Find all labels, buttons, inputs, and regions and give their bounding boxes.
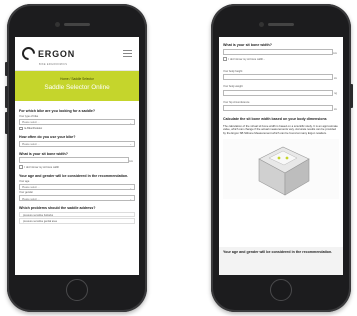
- unknown-sit-bone-label: I don't know my sit bone width...: [228, 57, 266, 61]
- chevron-down-icon: ⌄: [129, 142, 132, 147]
- sit-bone-section: What is your sit bone width? mm I don't …: [219, 37, 343, 199]
- home-button: [66, 279, 88, 301]
- screen-right: What is your sit bone width? mm I don't …: [219, 37, 343, 275]
- calculate-title: Calculate the sit bone width based on yo…: [223, 117, 327, 122]
- question-sit-bone: What is your sit bone width?: [223, 43, 272, 47]
- age-select[interactable]: Please select ... ⌄: [19, 183, 135, 190]
- measurement-box-icon: [258, 146, 310, 196]
- usage-select-value: Please select ...: [22, 143, 40, 147]
- bike-type-label: Your type of bike: [19, 114, 39, 118]
- page-title: Saddle Selector Online: [44, 84, 110, 91]
- screen-left: ERGON BIKE ERGONOMICS Home / Saddle Sele…: [15, 37, 139, 275]
- sitbone-measurement-illustration: [223, 138, 339, 199]
- question-usage: How often do you use your bike?: [19, 135, 76, 140]
- body-weight-label: Your body weight: [223, 85, 243, 89]
- problem-option-genital[interactable]: pressure sensitive genital area: [19, 218, 135, 224]
- gender-select-value: Please select ...: [22, 197, 40, 201]
- home-button: [270, 279, 292, 301]
- brand-logo-text[interactable]: ERGON: [38, 49, 75, 59]
- unknown-sit-bone-checkbox[interactable]: [19, 165, 23, 169]
- hip-input[interactable]: cm: [223, 105, 337, 112]
- hip-unit: cm: [333, 107, 337, 111]
- unknown-sit-bone-label: I don't know my sit bone width: [24, 165, 60, 169]
- question-sit-bone: What is your sit bone width?: [19, 151, 68, 156]
- age-gender-section: Your age and gender will be considered i…: [219, 247, 343, 275]
- saddle-form: For which bike are you looking for a sad…: [15, 101, 139, 224]
- question-bike-type: For which bike are you looking for a sad…: [19, 109, 96, 113]
- problem-option-buttocks[interactable]: pressure sensitive buttocks: [19, 211, 135, 218]
- age-select-value: Please select ...: [22, 186, 40, 190]
- sit-bone-input[interactable]: mm: [223, 49, 337, 56]
- question-problems: Which problems should the saddle address…: [19, 206, 96, 211]
- body-height-label: Your body height: [223, 69, 243, 73]
- power-button: [350, 84, 353, 108]
- site-header: ERGON BIKE ERGONOMICS: [15, 37, 139, 71]
- phone-right: What is your sit bone width? mm I don't …: [211, 4, 353, 312]
- bike-type-select[interactable]: Please select ... ⌄: [19, 118, 135, 125]
- question-age-gender: Your age and gender will be considered i…: [19, 173, 129, 178]
- speaker-grille: [64, 23, 90, 26]
- ebike-checkbox[interactable]: [19, 126, 23, 131]
- gender-select[interactable]: Please select ... ⌄: [19, 195, 135, 202]
- brand-logo-subtext: BIKE ERGONOMICS: [39, 63, 68, 66]
- hamburger-icon[interactable]: [123, 49, 132, 58]
- question-age-gender: Your age and gender will be considered i…: [223, 250, 333, 254]
- calculate-description: The calculation of the virtual sit bone …: [223, 123, 338, 135]
- unknown-sit-bone-checkbox[interactable]: [223, 57, 227, 61]
- ergon-logo-icon[interactable]: [19, 44, 38, 63]
- body-weight-unit: kg: [334, 92, 337, 95]
- phone-left: ERGON BIKE ERGONOMICS Home / Saddle Sele…: [5, 4, 147, 312]
- body-height-input[interactable]: cm: [223, 74, 337, 81]
- hip-label: Your hip circumference: [223, 100, 250, 104]
- body-height-unit: cm: [333, 76, 337, 80]
- hero-banner: Home / Saddle Selector Saddle Selector O…: [15, 71, 139, 101]
- usage-select[interactable]: Please select ... ⌄: [19, 140, 135, 147]
- sit-bone-input[interactable]: mm: [19, 157, 133, 164]
- volume-up-button: [5, 86, 8, 108]
- sit-bone-unit: mm: [129, 159, 133, 163]
- front-camera: [55, 22, 60, 27]
- speaker-grille: [268, 23, 294, 26]
- bike-type-select-value: Please select ...: [22, 121, 40, 125]
- sit-bone-unit: mm: [333, 51, 337, 55]
- gender-label: Your gender: [19, 191, 34, 195]
- chevron-down-icon: ⌄: [129, 197, 132, 202]
- front-camera: [259, 22, 264, 27]
- unknown-sit-bone-row[interactable]: I don't know my sit bone width: [19, 165, 135, 169]
- breadcrumb[interactable]: Home / Saddle Selector: [15, 77, 139, 81]
- ebike-checkbox-row[interactable]: E-Bike/Pedelec: [19, 126, 135, 131]
- unknown-sit-bone-row[interactable]: I don't know my sit bone width...: [223, 57, 339, 61]
- volume-down-button: [5, 112, 8, 134]
- mute-switch: [5, 62, 8, 76]
- body-weight-input[interactable]: kg: [223, 89, 337, 96]
- age-label: Your age: [19, 179, 30, 183]
- chevron-down-icon: ⌄: [129, 120, 132, 125]
- chevron-down-icon: ⌄: [129, 185, 132, 190]
- ebike-checkbox-label: E-Bike/Pedelec: [24, 127, 43, 131]
